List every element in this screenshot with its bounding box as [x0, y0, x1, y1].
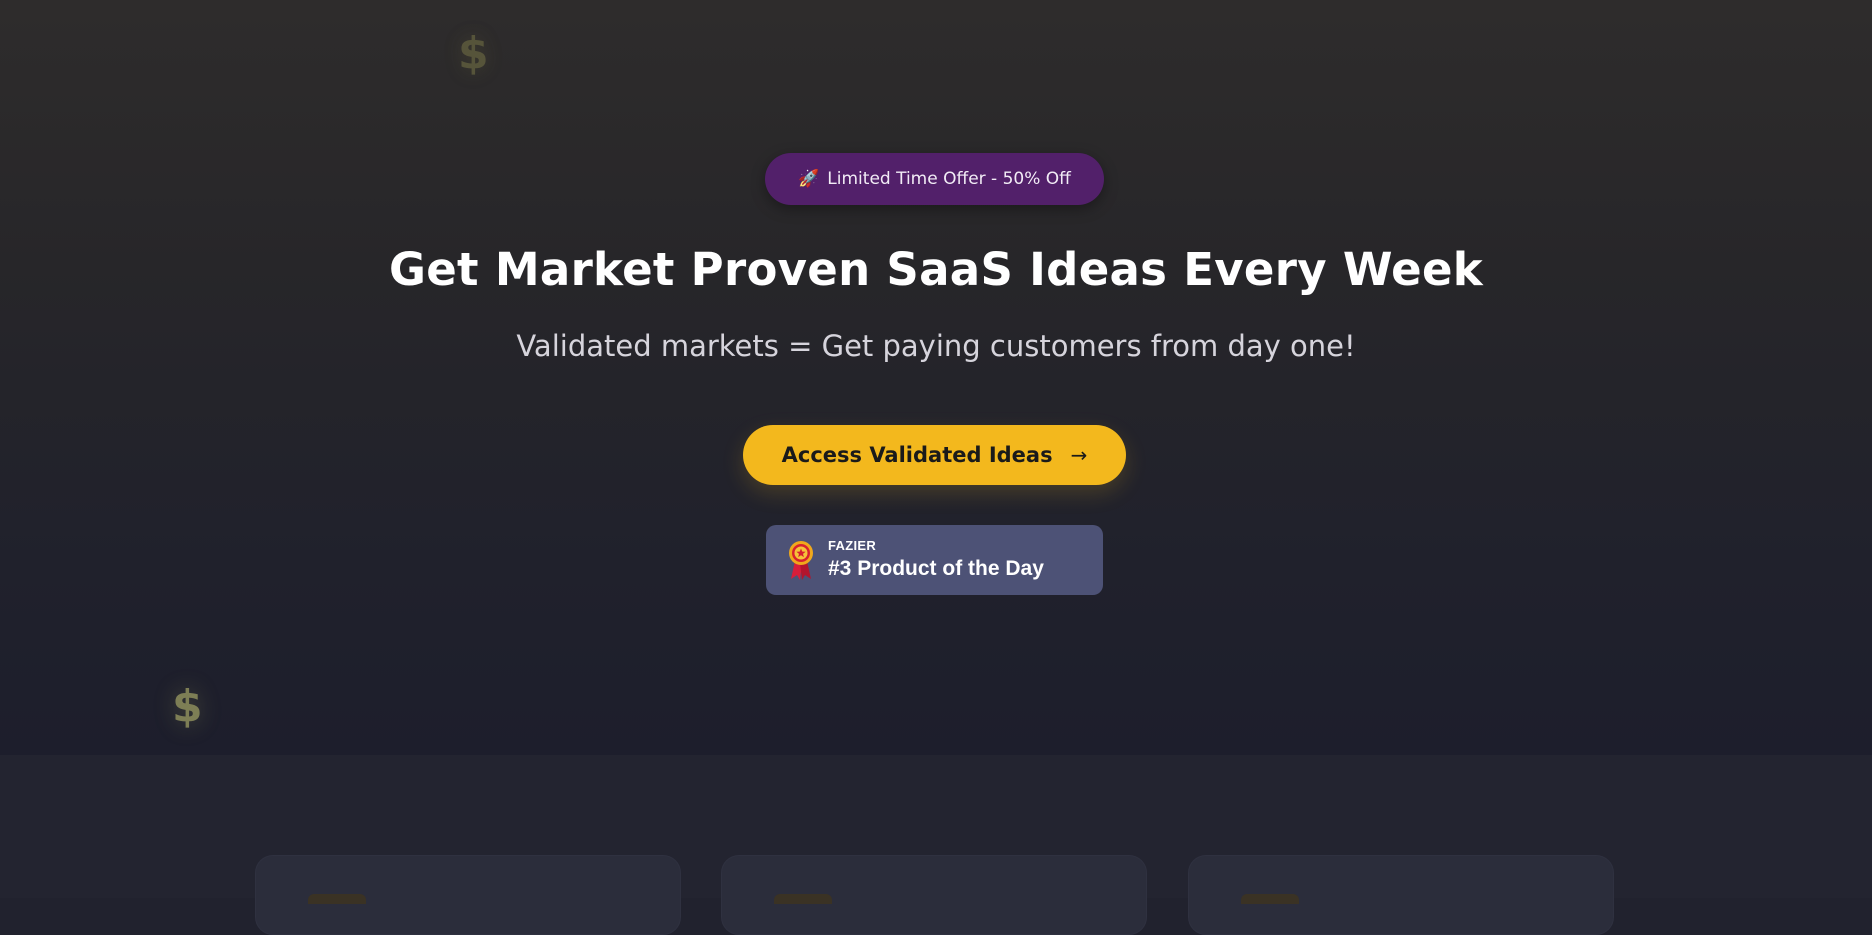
hero-section: $ $ 🚀 Limited Time Offer - 50% Off Get M… — [0, 0, 1872, 755]
cta-button-label: Access Validated Ideas — [781, 443, 1053, 467]
limited-offer-badge: 🚀 Limited Time Offer - 50% Off — [765, 153, 1104, 205]
access-validated-ideas-button[interactable]: Access Validated Ideas → — [743, 425, 1126, 485]
feature-card — [721, 855, 1147, 935]
award-rank: #3 Product of the Day — [828, 556, 1044, 580]
feature-icon — [308, 894, 366, 904]
offer-badge-text: Limited Time Offer - 50% Off — [827, 169, 1071, 189]
feature-icon — [1241, 894, 1299, 904]
hero-title: Get Market Proven SaaS Ideas Every Week — [388, 243, 1484, 296]
dollar-sign-decoration: $ — [172, 681, 203, 732]
fazier-award-badge[interactable]: FAZIER #3 Product of the Day — [766, 525, 1103, 595]
feature-card — [1188, 855, 1614, 935]
feature-icon — [774, 894, 832, 904]
hero-subtitle: Validated markets = Get paying customers… — [516, 329, 1356, 363]
dollar-sign-decoration: $ — [458, 28, 489, 79]
award-brand: FAZIER — [828, 537, 877, 553]
medal-icon — [789, 541, 813, 580]
rocket-icon: 🚀 — [798, 168, 820, 189]
arrow-right-icon: → — [1070, 443, 1088, 467]
feature-card — [255, 855, 681, 935]
